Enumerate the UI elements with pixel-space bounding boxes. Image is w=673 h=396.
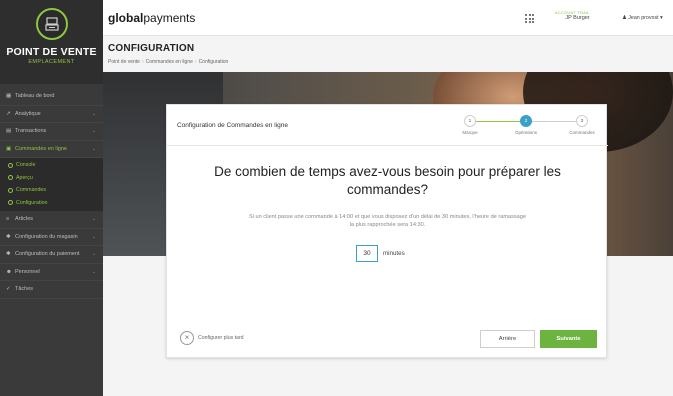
- breadcrumb-item: Configuration: [198, 59, 229, 65]
- step-number: 2: [520, 115, 532, 127]
- app-root: POINT DE VENTE EMPLACEMENT ▦ Tableau de …: [0, 0, 673, 396]
- sidebar-logo-subtitle: EMPLACEMENT: [28, 59, 75, 65]
- chevron-down-icon: ⌄: [91, 145, 96, 152]
- card-header: Configuration de Commandes en ligne 1 Ma…: [167, 105, 608, 146]
- step-number: 1: [464, 115, 476, 127]
- back-button[interactable]: Arrière: [480, 330, 535, 348]
- wizard-stepper: 1 Marque 2 Opérations 3 Commandes: [450, 115, 602, 141]
- sidebar-item-transactions[interactable]: ▤ Transactions ⌄: [0, 123, 103, 141]
- setup-wizard-card: Configuration de Commandes en ligne 1 Ma…: [166, 104, 608, 358]
- sidebar: POINT DE VENTE EMPLACEMENT ▦ Tableau de …: [0, 0, 103, 396]
- brand-regular: payments: [143, 11, 196, 25]
- register-icon: [35, 8, 68, 40]
- sidebar-item-dashboard[interactable]: ▦ Tableau de bord: [0, 88, 103, 106]
- breadcrumb-separator: ›: [194, 59, 197, 65]
- sidebar-subitem-console[interactable]: Console: [0, 159, 103, 172]
- sidebar-item-tasks[interactable]: ✓ Tâches: [0, 281, 103, 299]
- account-name: JP Burger: [565, 15, 590, 21]
- sidebar-logo-title: POINT DE VENTE: [6, 46, 97, 58]
- user-name: Jean provost: [628, 15, 659, 21]
- circle-icon: [8, 187, 13, 193]
- gear-icon: ✱: [6, 251, 11, 258]
- card-title: Configuration de Commandes en ligne: [177, 122, 288, 129]
- breadcrumb-item[interactable]: Commandes en ligne: [146, 59, 193, 65]
- sidebar-item-label: Analytique: [15, 110, 41, 117]
- chevron-down-icon: ⌄: [91, 216, 96, 223]
- page-header: CONFIGURATION Point de vente › Commandes e…: [103, 36, 673, 72]
- sidebar-subitem-overview[interactable]: Aperçu: [0, 172, 103, 185]
- circle-icon: [8, 200, 13, 206]
- user-menu[interactable]: ♟ Jean provost ▾: [622, 15, 663, 21]
- transactions-icon: ▤: [6, 128, 12, 135]
- sidebar-subitem-configuration[interactable]: Configuration: [0, 197, 103, 210]
- breadcrumb: Point de vente › Commandes en ligne › Config…: [108, 59, 228, 65]
- minutes-row: 30 minutes: [356, 245, 405, 262]
- chevron-down-icon: ⌄: [91, 268, 96, 275]
- articles-icon: ≡: [6, 216, 10, 223]
- step-label: Opérations: [514, 130, 537, 135]
- breadcrumb-item[interactable]: Point de vente: [108, 59, 140, 65]
- circle-icon: [8, 175, 13, 181]
- sidebar-subitem-orders[interactable]: Commandes: [0, 184, 103, 197]
- sidebar-logo[interactable]: POINT DE VENTE EMPLACEMENT: [0, 0, 103, 84]
- brand-logo[interactable]: globalpayments: [108, 11, 195, 25]
- sidebar-nav: ▦ Tableau de bord ↗ Analytique ⌄ ▤ Trans…: [0, 88, 103, 299]
- configure-later-link[interactable]: × Configurer plus tard: [180, 331, 244, 345]
- prep-time-hint: Si un client passe une commande à 14:00 …: [248, 214, 527, 228]
- sidebar-item-payment-config[interactable]: ✱ Configuration du paiement ⌄: [0, 246, 103, 264]
- sidebar-item-label: Tâches: [15, 286, 34, 293]
- step-operations: 2 Opérations: [506, 115, 546, 135]
- sidebar-item-analytics[interactable]: ↗ Analytique ⌄: [0, 106, 103, 123]
- sidebar-item-store-config[interactable]: ✱ Configuration du magasin ⌄: [0, 229, 103, 246]
- sidebar-item-label: Transactions: [15, 128, 47, 135]
- chevron-down-icon: ⌄: [91, 110, 96, 117]
- sidebar-item-label: Personnel: [15, 268, 40, 275]
- step-label: Commandes: [569, 130, 595, 135]
- sidebar-item-label: Configuration du paiement: [15, 251, 80, 258]
- step-brand: 1 Marque: [450, 115, 490, 135]
- tasks-icon: ✓: [6, 286, 11, 293]
- sidebar-item-label: Tableau de bord: [15, 93, 55, 100]
- breadcrumb-separator: ›: [141, 59, 144, 65]
- sidebar-subnav: Console Aperçu Commandes Configuration: [0, 158, 103, 211]
- caret-down-icon: ▾: [660, 15, 663, 21]
- minutes-input[interactable]: 30: [356, 245, 378, 262]
- account-switcher[interactable]: ACCOUNT TRAIL JP Burger: [555, 10, 590, 21]
- sidebar-subitem-label: Console: [16, 162, 36, 169]
- brand-bold: global: [108, 11, 144, 25]
- sidebar-item-staff[interactable]: ☻ Personnel ⌄: [0, 264, 103, 281]
- configure-later-label: Configurer plus tard: [198, 335, 244, 341]
- chevron-down-icon: ⌄: [91, 233, 96, 240]
- top-bar: globalpayments ACCOUNT TRAIL JP Burger ♟…: [103, 0, 673, 36]
- cart-icon: ▣: [6, 145, 12, 152]
- circle-icon: [8, 162, 13, 168]
- sidebar-subitem-label: Configuration: [16, 199, 48, 206]
- page-title: CONFIGURATION: [108, 43, 195, 54]
- minutes-unit-label: minutes: [383, 250, 405, 257]
- sidebar-item-label: Articles: [15, 216, 34, 223]
- sidebar-item-label: Commandes en ligne: [15, 145, 67, 152]
- apps-grid-icon[interactable]: [525, 14, 534, 23]
- users-icon: ☻: [6, 268, 12, 275]
- sidebar-item-online-orders[interactable]: ▣ Commandes en ligne ⌄: [0, 141, 103, 158]
- sidebar-subitem-label: Aperçu: [16, 174, 33, 181]
- step-orders: 3 Commandes: [562, 115, 602, 135]
- prep-time-question: De combien de temps avez-vous besoin pou…: [214, 164, 561, 197]
- user-icon: ♟: [622, 15, 627, 21]
- sidebar-item-label: Configuration du magasin: [15, 233, 78, 240]
- dashboard-icon: ▦: [6, 93, 12, 100]
- close-circle-icon: ×: [180, 331, 194, 345]
- step-label: Marque: [462, 130, 478, 135]
- next-button[interactable]: Suivante: [540, 330, 597, 348]
- sidebar-item-articles[interactable]: ≡ Articles ⌄: [0, 211, 103, 229]
- sidebar-subitem-label: Commandes: [16, 187, 47, 194]
- step-number: 3: [576, 115, 588, 127]
- gear-icon: ✱: [6, 233, 11, 240]
- chevron-down-icon: ⌄: [91, 128, 96, 135]
- chart-icon: ↗: [6, 110, 11, 117]
- chevron-down-icon: ⌄: [91, 251, 96, 258]
